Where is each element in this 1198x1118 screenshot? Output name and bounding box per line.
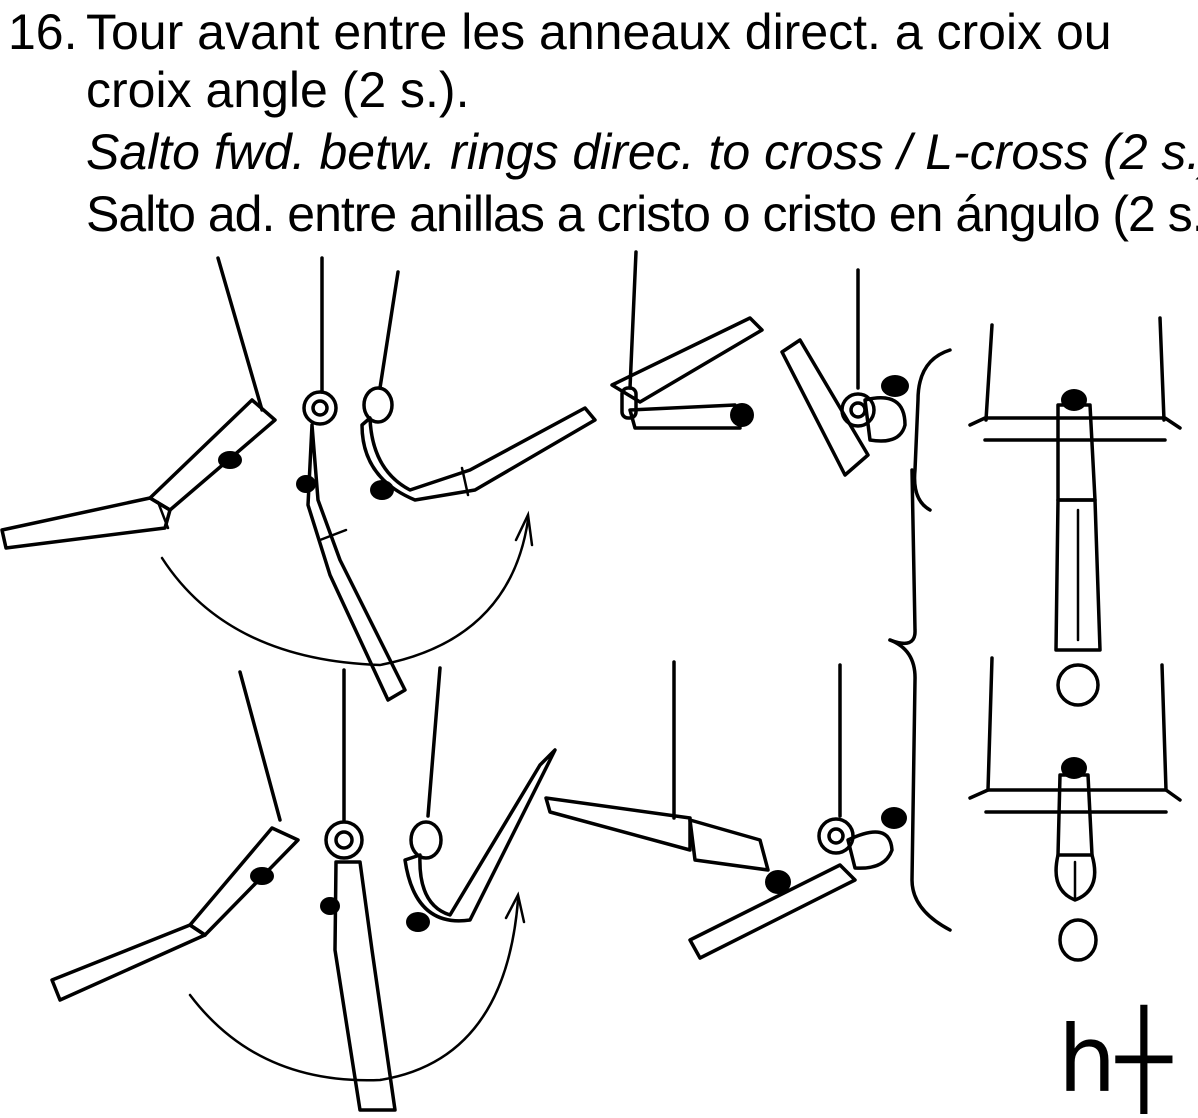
gymnast-figure-1-top [0,256,277,550]
gymnast-figure-3-bottom [403,666,557,932]
gymnast-figure-3-top [360,270,597,502]
gymnast-figure-1-bottom [50,670,300,1002]
gymnastics-sequence-illustration [0,250,1182,1112]
gymnast-figure-4-top [610,250,764,430]
gymnast-figure-5-top [780,268,909,477]
row-salto-to-cross [0,250,909,702]
element-symbol: h┼ [1058,1006,1172,1113]
gymnast-figure-2-bottom [320,668,397,1112]
rotation-arrow-top [160,510,534,667]
rotation-arrow-bottom [188,891,526,1082]
gymnast-figure-5-bottom [688,663,907,960]
gymnast-figure-4-bottom [544,660,791,894]
row-salto-to-l-cross [50,660,907,1112]
gymnast-cross-position [968,316,1182,707]
